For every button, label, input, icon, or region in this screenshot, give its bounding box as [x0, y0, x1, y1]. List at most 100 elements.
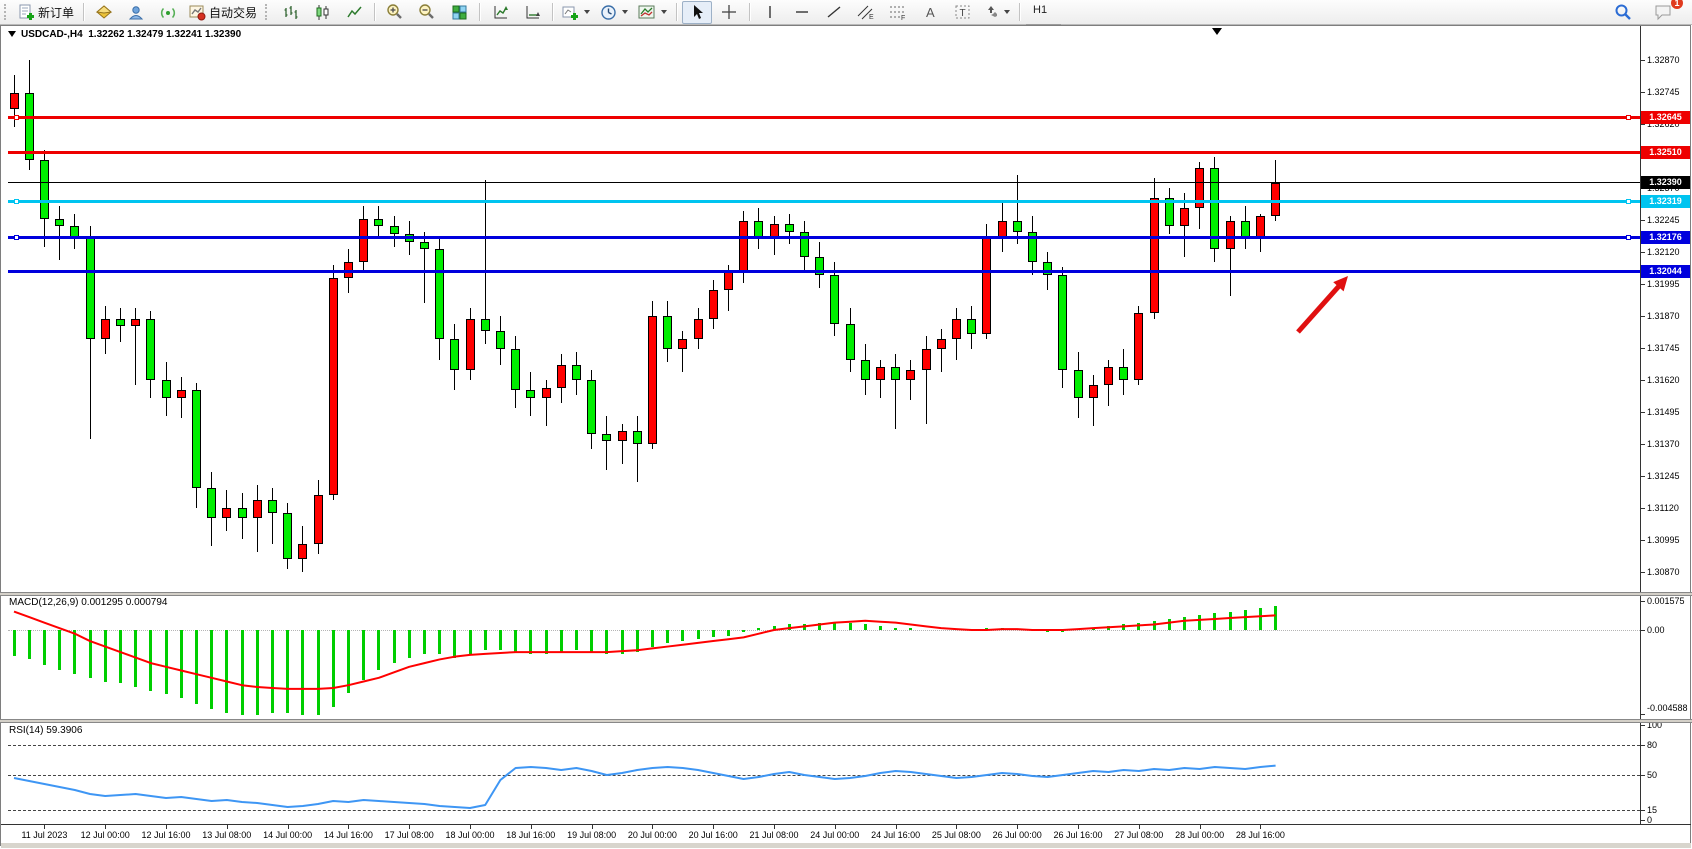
macd-histogram-bar	[833, 623, 836, 630]
period-button[interactable]	[596, 1, 632, 24]
candle	[982, 237, 991, 334]
line-chart-button[interactable]	[339, 1, 369, 24]
cursor-tool-button[interactable]	[682, 1, 712, 24]
macd-zero-line	[8, 630, 1640, 631]
candle	[694, 319, 703, 339]
macd-histogram-bar	[43, 630, 46, 665]
horizontal-line-object[interactable]	[8, 236, 1640, 239]
candle-wick	[257, 485, 258, 552]
macd-histogram-bar	[621, 630, 624, 654]
chart-shift-marker[interactable]	[1212, 28, 1222, 35]
dropdown-caret[interactable]	[584, 10, 590, 14]
indicator-list-icon	[492, 4, 509, 21]
crosshair-tool-button[interactable]	[714, 1, 744, 24]
equidistant-channel-tool[interactable]: E	[851, 1, 881, 24]
date-label: 20 Jul 16:00	[689, 830, 738, 840]
signal-button[interactable]	[153, 1, 183, 24]
new-order-button[interactable]: 新订单	[14, 1, 78, 24]
zoom-in-button[interactable]	[380, 1, 410, 24]
candlestick-chart-button[interactable]	[307, 1, 337, 24]
line-handle[interactable]	[14, 235, 19, 240]
candle	[86, 237, 95, 339]
dropdown-caret[interactable]	[622, 10, 628, 14]
line-handle[interactable]	[14, 199, 19, 204]
navigator-icon	[127, 4, 145, 21]
rsi-level-label: 0	[1647, 815, 1652, 825]
bar-chart-button[interactable]	[275, 1, 305, 24]
indicator-window-icon	[524, 4, 541, 21]
horizontal-line-object[interactable]	[8, 151, 1640, 154]
price-tick-label: 1.32245	[1647, 215, 1680, 225]
candle	[192, 390, 201, 487]
macd-histogram-bar	[985, 628, 988, 630]
macd-label: MACD(12,26,9)	[9, 597, 78, 608]
candle	[10, 93, 19, 108]
search-button[interactable]	[1608, 1, 1638, 24]
macd-histogram-bar	[119, 630, 122, 683]
macd-histogram-bar	[271, 630, 274, 713]
arrows-tool[interactable]	[979, 1, 1014, 24]
zoom-out-button[interactable]	[412, 1, 442, 24]
line-handle[interactable]	[1626, 115, 1631, 120]
separator	[749, 3, 750, 21]
line-handle[interactable]	[1626, 235, 1631, 240]
macd-panel-splitter[interactable]	[0, 592, 1692, 596]
macd-values: 0.001295 0.000794	[81, 597, 167, 608]
indicator-list-button[interactable]	[485, 1, 515, 24]
macd-histogram-bar	[590, 630, 593, 652]
template-button[interactable]	[634, 1, 671, 24]
toolbar-grip	[4, 4, 10, 20]
fibonacci-tool[interactable]: F	[883, 1, 913, 24]
autotrade-button[interactable]: 自动交易	[185, 1, 261, 24]
horizontal-line-object[interactable]	[8, 200, 1640, 203]
line-handle[interactable]	[1626, 199, 1631, 204]
candle	[222, 508, 231, 518]
timeframe-h1[interactable]: H1	[1026, 1, 1061, 24]
macd-histogram-bar	[165, 630, 168, 694]
toolbar-right: 1	[1608, 1, 1692, 24]
line-handle[interactable]	[14, 115, 19, 120]
horizontal-line-tool[interactable]	[787, 1, 817, 24]
candle	[739, 221, 748, 272]
macd-histogram-bar	[712, 630, 715, 637]
navigator-button[interactable]	[121, 1, 151, 24]
candle	[450, 339, 459, 370]
price-tick-label: 1.31120	[1647, 503, 1679, 513]
candle	[40, 160, 49, 219]
add-indicator-button[interactable]	[558, 1, 594, 24]
macd-histogram-bar	[28, 630, 31, 659]
rsi-level-line	[8, 810, 1640, 811]
macd-histogram-bar	[529, 630, 532, 654]
candle	[162, 380, 171, 398]
metaeditor-button[interactable]	[89, 1, 119, 24]
macd-histogram-bar	[575, 630, 578, 650]
vertical-line-tool[interactable]	[755, 1, 785, 24]
signal-icon	[159, 4, 177, 21]
indicator-window-button[interactable]	[517, 1, 547, 24]
rsi-panel-splitter[interactable]	[0, 719, 1692, 723]
macd-histogram-bar	[1092, 628, 1095, 630]
macd-histogram-bar	[73, 630, 76, 674]
chat-button[interactable]: 1	[1648, 1, 1678, 24]
price-tick-label: 1.32870	[1647, 55, 1680, 65]
text-label-tool[interactable]: T	[947, 1, 977, 24]
candle	[55, 219, 64, 227]
text-tool[interactable]: A	[915, 1, 945, 24]
dropdown-caret[interactable]	[1004, 10, 1010, 14]
collapse-triangle-icon[interactable]	[8, 31, 16, 37]
macd-histogram-bar	[317, 630, 320, 715]
trendline-tool[interactable]	[819, 1, 849, 24]
horizontal-line-object[interactable]	[8, 116, 1640, 119]
candle	[1241, 221, 1250, 236]
price-tick-label: 1.30995	[1647, 535, 1680, 545]
macd-histogram-bar	[195, 630, 198, 704]
new-order-icon	[18, 4, 35, 21]
candle-wick	[622, 424, 623, 465]
horizontal-line-object[interactable]	[8, 270, 1640, 273]
dropdown-caret[interactable]	[661, 10, 667, 14]
candle-wick	[682, 331, 683, 372]
application-window: { "toolbar": { "new_order_label": "新订单",…	[0, 0, 1692, 849]
separator	[479, 3, 480, 21]
tile-windows-button[interactable]	[444, 1, 474, 24]
candle	[1180, 208, 1189, 226]
